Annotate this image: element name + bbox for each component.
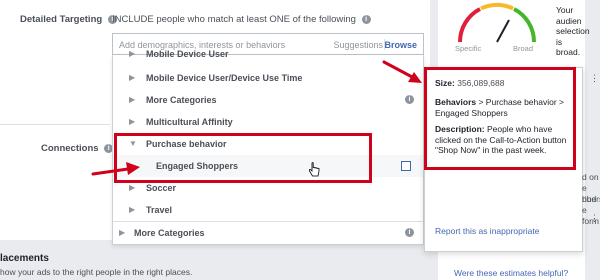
detailed-targeting-label-row: Detailed Targeting i (20, 14, 117, 25)
list-item[interactable]: ▶ More Categories i (113, 221, 423, 243)
connections-label-row: Connections i (41, 143, 114, 154)
select-checkbox[interactable] (401, 161, 411, 171)
chevron-right-icon: ▶ (129, 49, 136, 58)
chevron-right-icon: ▶ (129, 205, 136, 214)
detailed-targeting-label: Detailed Targeting (20, 14, 103, 25)
report-inappropriate-link[interactable]: Report this as inappropriate (435, 226, 539, 236)
highlight-box-tooltip (424, 67, 576, 170)
info-icon[interactable]: i (405, 95, 414, 104)
chevron-right-icon: ▶ (129, 73, 136, 82)
more-options-icon[interactable]: ⋮ (590, 73, 599, 84)
gauge-red-arc (457, 7, 481, 43)
list-item-label: Travel (146, 205, 173, 215)
audience-definition-text: Your audien selection is broad. (556, 5, 596, 58)
list-item-label: More Categories (146, 95, 217, 105)
include-instruction: INCLUDE people who match at least ONE of… (112, 14, 356, 25)
connections-label: Connections (41, 143, 99, 154)
list-item[interactable]: ▶ Travel (113, 199, 423, 221)
gauge-green-arc (513, 7, 537, 43)
chevron-right-icon: ▶ (129, 95, 136, 104)
audience-text-line: selection is (556, 26, 590, 47)
placements-title: lacements (0, 253, 49, 264)
partial-text-line: d on (582, 172, 599, 182)
audience-gauge (457, 2, 537, 43)
list-item[interactable]: ▶ More Categories i (113, 89, 423, 111)
include-text-row: INCLUDE people who match at least ONE of… (112, 14, 371, 25)
placements-description: how your ads to the right people in the … (0, 267, 193, 277)
list-item-label: Multicultural Affinity (146, 117, 233, 127)
annotation-arrow-right (382, 60, 422, 83)
more-options-icon[interactable]: ⋮ (590, 213, 599, 224)
list-item-label: Soccer (146, 183, 177, 193)
estimates-feedback-link[interactable]: Were these estimates helpful? (454, 268, 568, 278)
list-item[interactable]: ▶ Multicultural Affinity (113, 111, 423, 133)
list-item-label: Mobile Device User/Device Use Time (146, 73, 303, 83)
audience-text-line: broad. (556, 47, 581, 57)
chevron-right-icon: ▶ (129, 183, 136, 192)
highlight-box-category (114, 133, 372, 183)
gauge-specific-label: Specific (455, 44, 482, 53)
partial-text-line: ribers (582, 194, 600, 204)
gauge-needle (496, 19, 510, 43)
chevron-right-icon: ▶ (129, 117, 136, 126)
annotation-arrow-left (91, 162, 140, 176)
list-item[interactable]: ▶ Mobile Device User/Device Use Time (113, 67, 423, 89)
info-icon[interactable]: i (361, 14, 371, 24)
gauge-yellow-arc (480, 2, 514, 11)
section-divider (0, 124, 110, 125)
gauge-broad-label: Broad (513, 44, 534, 53)
info-icon[interactable]: i (405, 228, 414, 237)
chevron-right-icon: ▶ (119, 228, 126, 237)
list-item[interactable]: ▶ Mobile Device User (113, 49, 423, 63)
list-item-label: More Categories (134, 228, 205, 238)
audience-text-line: Your audien (556, 5, 582, 26)
list-item-label: Mobile Device User (146, 49, 229, 59)
